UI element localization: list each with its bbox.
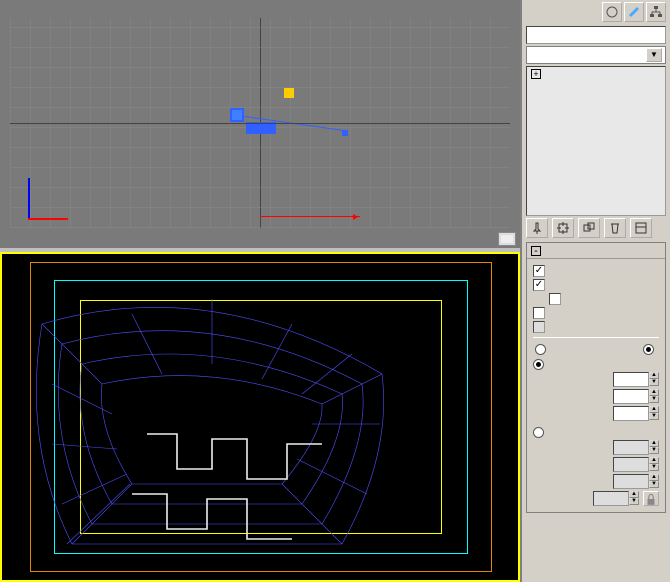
world-axis-x (260, 216, 360, 217)
length-down-icon: ▼ (649, 447, 659, 454)
radial-radio[interactable] (533, 359, 544, 370)
width-input (613, 457, 649, 472)
angle-input[interactable] (613, 406, 649, 421)
aspect-lock-icon (643, 491, 659, 506)
renderer-radio[interactable] (643, 344, 654, 355)
length-up-icon: ▲ (649, 440, 659, 447)
thickness-input[interactable] (613, 372, 649, 387)
angle2-input (613, 474, 649, 489)
spline-shape (246, 122, 276, 134)
sides-input[interactable] (613, 389, 649, 404)
stack-item-editable-spline[interactable]: + (527, 67, 665, 81)
thickness-up-icon[interactable]: ▲ (649, 372, 659, 379)
aspect-down-icon: ▼ (629, 498, 639, 505)
modifier-stack[interactable]: + (526, 66, 666, 216)
wireframe-mesh (12, 294, 412, 574)
rectangular-radio[interactable] (533, 427, 544, 438)
pin-stack-icon[interactable] (526, 218, 548, 238)
remove-modifier-icon[interactable] (604, 218, 626, 238)
make-unique-icon[interactable] (578, 218, 600, 238)
width-down-icon: ▼ (649, 464, 659, 471)
object-name-input[interactable] (526, 26, 666, 44)
length-input (613, 440, 649, 455)
perspective-viewport[interactable] (0, 252, 520, 582)
stack-toolbar (526, 218, 666, 238)
main-area (0, 0, 520, 582)
real-world-checkbox (533, 321, 545, 333)
rendering-rollout: - ✓ ✓ ▲▼ ▲▼ ▲▼ ▲▼ ▲▼ ▲▼ ▲▼ (526, 242, 666, 513)
aspect-input (593, 491, 629, 506)
light-marker-icon (284, 88, 294, 98)
show-end-result-icon[interactable] (552, 218, 574, 238)
enable-viewport-checkbox[interactable]: ✓ (533, 279, 545, 291)
angle-down-icon[interactable]: ▼ (649, 413, 659, 420)
angle2-down-icon: ▼ (649, 481, 659, 488)
collapse-icon[interactable]: - (531, 246, 541, 256)
viewport-resize-handle[interactable] (498, 232, 516, 246)
expand-icon[interactable]: + (531, 69, 541, 79)
modifier-list-dropdown[interactable]: ▼ (526, 46, 666, 64)
configure-sets-icon[interactable] (630, 218, 652, 238)
sides-down-icon[interactable]: ▼ (649, 396, 659, 403)
gen-mapping-checkbox[interactable] (533, 307, 545, 319)
angle2-up-icon: ▲ (649, 474, 659, 481)
rollout-body: ✓ ✓ ▲▼ ▲▼ ▲▼ ▲▼ ▲▼ ▲▼ ▲▼ (527, 259, 665, 512)
modify-tab-icon[interactable] (624, 2, 644, 22)
sides-up-icon[interactable]: ▲ (649, 389, 659, 396)
aspect-up-icon: ▲ (629, 491, 639, 498)
angle-up-icon[interactable]: ▲ (649, 406, 659, 413)
width-up-icon: ▲ (649, 457, 659, 464)
spline-endpoint (342, 130, 348, 136)
spline-node-icon (230, 108, 244, 122)
thickness-down-icon[interactable]: ▼ (649, 379, 659, 386)
dropdown-arrow-icon: ▼ (646, 48, 662, 62)
rollout-header[interactable]: - (527, 243, 665, 259)
viewport-grid (10, 18, 510, 228)
command-panel: ▼ + - ✓ ✓ ▲▼ (520, 0, 670, 582)
top-viewport[interactable] (0, 0, 520, 248)
gizmo-x (28, 218, 68, 220)
gizmo-z (28, 178, 30, 218)
create-tab-icon[interactable] (602, 2, 622, 22)
spline-object[interactable] (220, 98, 340, 158)
viewport-radio[interactable] (535, 344, 546, 355)
hierarchy-tab-icon[interactable] (646, 2, 666, 22)
enable-renderer-checkbox[interactable]: ✓ (533, 265, 545, 277)
object-name-field (526, 26, 666, 44)
use-viewport-settings-checkbox[interactable] (549, 293, 561, 305)
command-panel-tabs (522, 0, 670, 24)
